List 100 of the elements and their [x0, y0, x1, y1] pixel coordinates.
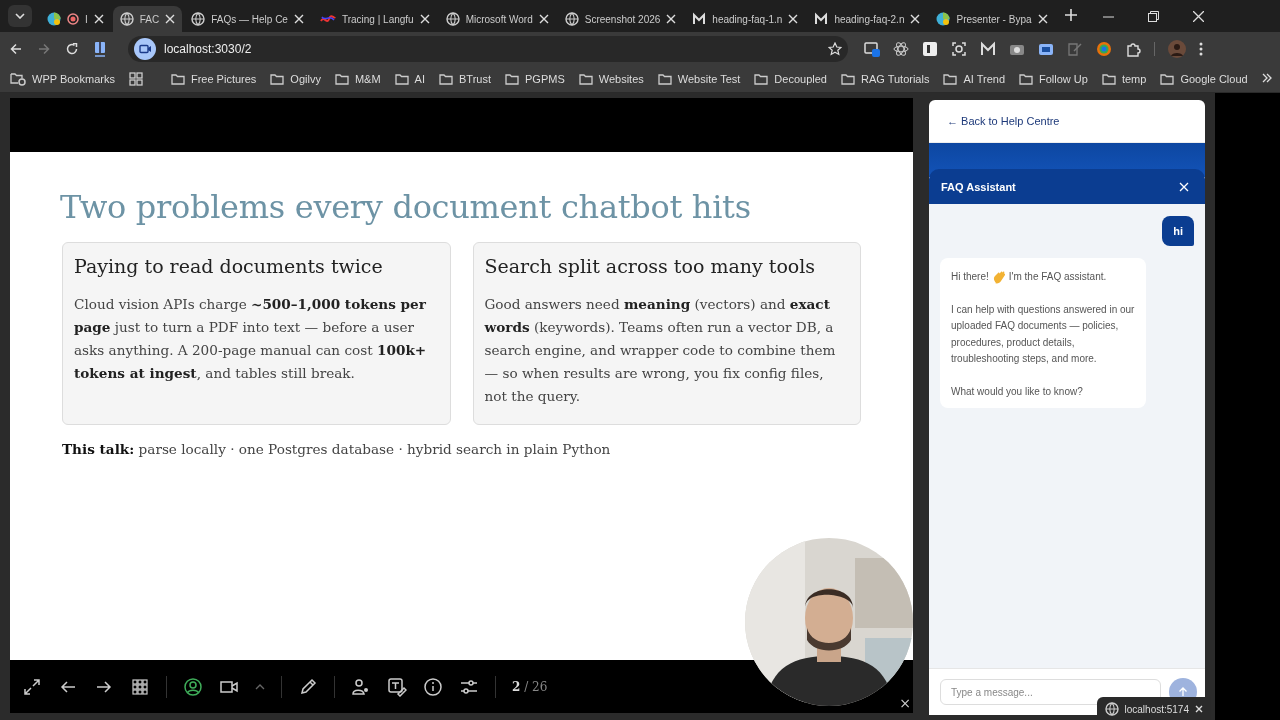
bookmark[interactable]: Google Cloud: [1160, 73, 1248, 85]
folder-icon: [943, 73, 958, 85]
folder-gear-icon: [10, 72, 26, 86]
globe-icon: [445, 12, 460, 26]
bookmark-label: BTrust: [459, 73, 491, 85]
reading-mode-icon[interactable]: [94, 41, 106, 57]
close-icon[interactable]: [910, 14, 921, 24]
user-message: hi: [1162, 216, 1194, 246]
address-bar[interactable]: localhost:3030/2: [128, 36, 848, 62]
tab-search-button[interactable]: [8, 5, 32, 27]
bookmark[interactable]: Website Test: [657, 73, 741, 85]
close-button[interactable]: ×: [899, 695, 911, 711]
chevron-double-icon[interactable]: [1261, 73, 1272, 83]
close-icon[interactable]: [293, 14, 304, 24]
globe-icon: [1104, 702, 1119, 716]
folder-icon: [657, 73, 672, 85]
folder-icon: [1019, 73, 1033, 85]
new-tab-icon[interactable]: [1064, 9, 1077, 21]
atom-icon[interactable]: [893, 41, 909, 57]
star-icon[interactable]: [828, 42, 842, 56]
chevron-up-icon[interactable]: [255, 683, 265, 692]
ring-logo-icon[interactable]: [1096, 41, 1112, 57]
bookmark[interactable]: Free Pictures: [170, 73, 257, 85]
bookmark-label: Website Test: [677, 73, 741, 85]
focus-frame-icon[interactable]: [951, 41, 967, 57]
presenter-icon[interactable]: [351, 677, 371, 698]
close-icon[interactable]: [538, 14, 549, 24]
slide-title: Two problems every document chatbot hits: [60, 187, 752, 226]
bookmark[interactable]: BTrust: [439, 73, 491, 85]
tab-cast-icon[interactable]: [864, 41, 880, 57]
ball-icon: [936, 12, 951, 26]
close-icon[interactable]: [1193, 10, 1204, 22]
tooltip-url: localhost:5174: [1124, 703, 1189, 715]
browser-tab[interactable]: FAQs — Help Ce: [184, 6, 311, 32]
bookmark[interactable]: Websites: [578, 73, 644, 85]
browser-tab[interactable]: FAC: [112, 6, 183, 32]
globe-icon: [564, 12, 579, 26]
browser-tab[interactable]: heading-faq-1.n: [685, 6, 806, 32]
browser-tab[interactable]: heading-faq-2.n: [807, 6, 928, 32]
close-icon[interactable]: [93, 14, 104, 24]
m-logo-icon[interactable]: [980, 41, 996, 57]
apps-grid-icon[interactable]: [128, 72, 143, 86]
arrow-up-icon: [1178, 687, 1188, 697]
folder-icon: [334, 73, 349, 85]
screen-record-icon[interactable]: [1038, 41, 1054, 57]
bookmark[interactable]: AI Trend: [943, 73, 1005, 85]
folder-icon: [840, 73, 855, 85]
close-icon[interactable]: [666, 14, 677, 24]
person-circle-icon[interactable]: [183, 677, 203, 698]
browser-tab[interactable]: Presenter - Bypa: [929, 6, 1055, 32]
back-link[interactable]: ← Back to Help Centre: [947, 115, 1060, 127]
bookmark-label: Websites: [598, 73, 644, 85]
tab-title: FAC: [139, 13, 160, 25]
more-menu-icon[interactable]: [1199, 42, 1203, 56]
bookmark[interactable]: RAG Tutorials: [840, 73, 930, 85]
bookmark[interactable]: AI: [394, 73, 425, 85]
message-input[interactable]: Type a message...: [940, 679, 1161, 705]
reload-icon[interactable]: [66, 43, 78, 55]
tab-title: Screenshot 2026: [584, 13, 661, 25]
pen-note-icon[interactable]: [1067, 41, 1083, 57]
bookmark[interactable]: Decoupled: [754, 73, 827, 85]
close-icon[interactable]: [1037, 14, 1048, 24]
tab-title: heading-faq-2.n: [834, 13, 905, 25]
bookmark-label: AI Trend: [963, 73, 1005, 85]
extensions-icon[interactable]: [1125, 41, 1141, 57]
browser-tab[interactable]: Tracing | Langfu: [312, 6, 437, 32]
close-icon[interactable]: [419, 14, 430, 24]
bookmark[interactable]: M&M: [334, 73, 381, 85]
close-icon[interactable]: [788, 14, 799, 24]
fullscreen-icon[interactable]: [22, 677, 42, 698]
browser-tab[interactable]: Screenshot 2026: [557, 6, 684, 32]
camera-badge-icon: [134, 38, 156, 60]
bookmark-label: Ogilvy: [290, 73, 321, 85]
bookmark-label: temp: [1121, 73, 1147, 85]
m-logo-icon: [814, 12, 829, 26]
info-icon[interactable]: [423, 677, 443, 698]
letter-block-icon[interactable]: [922, 41, 938, 57]
bookmark[interactable]: Follow Up: [1019, 73, 1088, 85]
browser-tab[interactable]: I: [40, 6, 111, 32]
bookmark-label: M&M: [354, 73, 381, 85]
folder-icon: [394, 73, 409, 85]
url-text: localhost:3030/2: [164, 42, 253, 56]
close-icon[interactable]: [1195, 705, 1203, 713]
back-icon[interactable]: [10, 43, 22, 55]
tab-title: FAQs — Help Ce: [211, 13, 288, 25]
bookmark[interactable]: Ogilvy: [270, 73, 321, 85]
bookmark[interactable]: WPP Bookmarks: [10, 72, 115, 86]
grid-icon[interactable]: [130, 677, 150, 698]
card-text: Good answers need meaning (vectors) and exact words (keywords). Teams often run a vector DB, a search engine, and wrapper code to combine them — so when results are wrong, you fix config files, not the query.: [484, 294, 837, 406]
greeting-text: Hi there!: [951, 270, 989, 284]
restore-icon[interactable]: [1148, 10, 1159, 22]
page-counter: 2 / 26: [512, 680, 548, 695]
text-edit-icon[interactable]: [387, 677, 407, 698]
talk-summary: This talk: parse locally · one Postgres database · hybrid search in plain Python: [62, 440, 612, 457]
folder-icon: [1160, 73, 1175, 85]
bookmark[interactable]: PGPMS: [505, 73, 565, 85]
folder-icon: [505, 73, 519, 85]
close-icon[interactable]: [165, 14, 176, 24]
browser-tab[interactable]: Microsoft Word: [438, 6, 556, 32]
bookmark[interactable]: temp: [1101, 73, 1147, 85]
